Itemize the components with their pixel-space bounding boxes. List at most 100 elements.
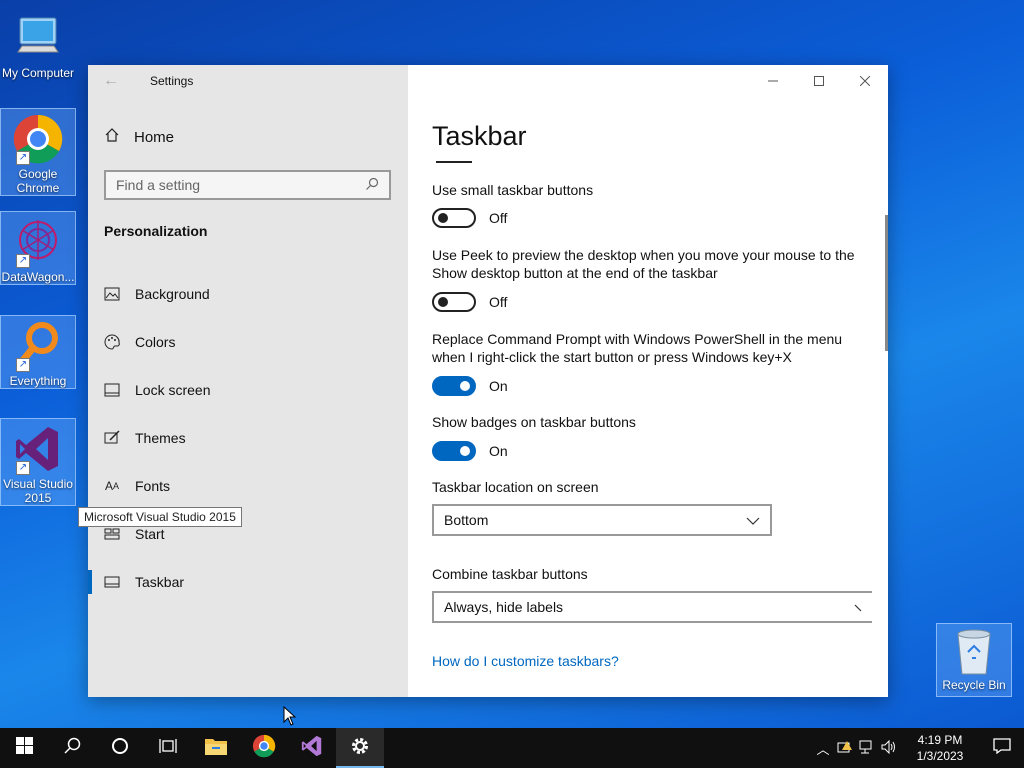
network-warning-icon[interactable]: [834, 740, 856, 757]
toggle-peek[interactable]: Off: [432, 292, 507, 312]
sidebar-item-taskbar[interactable]: Taskbar: [88, 558, 408, 606]
sidebar-item-themes[interactable]: Themes: [88, 414, 408, 462]
sidebar-item-fonts[interactable]: AA Fonts: [88, 462, 408, 510]
title-bar: ← Settings: [88, 65, 408, 97]
dropdown-value: Always, hide labels: [444, 599, 564, 615]
chrome-taskbar-button[interactable]: [240, 728, 288, 768]
desktop-icon-my-computer[interactable]: My Computer: [0, 8, 76, 80]
settings-taskbar-button[interactable]: [336, 728, 384, 768]
toggle-state: On: [489, 378, 508, 394]
font-icon: AA: [104, 479, 120, 493]
toggle-switch[interactable]: [432, 208, 476, 228]
image-icon: [104, 286, 120, 302]
search-input[interactable]: Find a setting: [104, 170, 391, 200]
maximize-button[interactable]: [796, 65, 842, 97]
location-label: Taskbar location on screen: [432, 479, 599, 495]
windows-logo-icon: [15, 737, 33, 759]
start-icon: [104, 526, 120, 542]
page-title: Taskbar: [432, 121, 527, 151]
recycle-bin-icon: [952, 626, 996, 676]
help-link[interactable]: How do I customize taskbars?: [432, 653, 619, 669]
home-nav-item[interactable]: Home: [104, 127, 174, 147]
clock-time: 4:19 PM: [917, 733, 963, 747]
start-button[interactable]: [0, 728, 48, 768]
settings-window: ← Settings Home Find a setting Personali…: [88, 65, 888, 697]
sidebar-item-label: Colors: [135, 334, 176, 350]
lock-screen-icon: [104, 382, 120, 398]
toggle-state: On: [489, 443, 508, 459]
desktop-icon-label: DataWagon...: [1, 270, 75, 284]
search-placeholder: Find a setting: [116, 177, 201, 193]
combine-label: Combine taskbar buttons: [432, 566, 588, 582]
notification-button[interactable]: [980, 737, 1024, 759]
shortcut-arrow-icon: ↗: [16, 151, 30, 165]
toggle-badges[interactable]: On: [432, 441, 508, 461]
section-title: Personalization: [104, 223, 208, 239]
sidebar-item-label: Fonts: [135, 478, 171, 494]
sidebar-item-label: Start: [135, 526, 165, 542]
window-title: Settings: [150, 74, 194, 88]
sidebar-item-label: Themes: [135, 430, 186, 446]
window-controls: [750, 65, 888, 97]
notification-icon: [993, 737, 1011, 759]
chevron-down-icon: [746, 512, 760, 528]
minimize-button[interactable]: [750, 65, 796, 97]
clock[interactable]: 4:19 PM 1/3/2023: [900, 732, 980, 764]
desktop-icon-label: Google Chrome: [16, 167, 60, 195]
cortana-circle-icon: [111, 737, 129, 760]
location-dropdown[interactable]: Bottom: [432, 504, 772, 536]
back-arrow-icon[interactable]: ←: [88, 72, 134, 90]
desktop-icon-recycle-bin[interactable]: Recycle Bin: [936, 623, 1012, 697]
volume-icon[interactable]: [878, 739, 900, 757]
toggle-powershell[interactable]: On: [432, 376, 508, 396]
desktop-icon-visual-studio[interactable]: ↗ Visual Studio 2015: [0, 418, 76, 506]
mouse-cursor-icon: [283, 705, 297, 731]
scrollbar[interactable]: [885, 215, 888, 351]
toggle-small-buttons[interactable]: Off: [432, 208, 507, 228]
option-label-badges: Show badges on taskbar buttons: [432, 414, 636, 430]
toggle-state: Off: [489, 294, 508, 310]
search-icon: [365, 177, 379, 194]
home-icon: [104, 127, 120, 147]
taskbar-icon: [104, 574, 120, 590]
home-label: Home: [134, 128, 175, 146]
option-label-powershell: Replace Command Prompt with Windows Powe…: [432, 331, 843, 365]
toggle-switch[interactable]: [432, 376, 476, 396]
visual-studio-taskbar-button[interactable]: [288, 728, 336, 768]
cortana-button[interactable]: [96, 728, 144, 768]
divider: [436, 161, 472, 163]
visual-studio-icon: ↗: [12, 423, 64, 475]
sidebar-nav: Background Colors Lock screen Themes AA …: [88, 270, 408, 606]
toggle-switch[interactable]: [432, 441, 476, 461]
file-explorer-button[interactable]: [192, 728, 240, 768]
toggle-state: Off: [489, 210, 508, 226]
combine-dropdown[interactable]: Always, hide labels: [432, 591, 872, 623]
search-icon: [63, 737, 81, 759]
shortcut-arrow-icon: ↗: [16, 461, 30, 475]
ethernet-icon[interactable]: [856, 740, 878, 757]
task-view-icon: [159, 738, 177, 759]
palette-icon: [104, 334, 120, 350]
desktop-icon-datawagon[interactable]: ↗ DataWagon...: [0, 211, 76, 285]
sidebar-item-colors[interactable]: Colors: [88, 318, 408, 366]
task-view-button[interactable]: [144, 728, 192, 768]
search-button[interactable]: [48, 728, 96, 768]
sidebar-item-background[interactable]: Background: [88, 270, 408, 318]
option-label-small-buttons: Use small taskbar buttons: [432, 182, 594, 198]
taskbar: ︿ 4:19 PM 1/3/2023: [0, 728, 1024, 768]
brush-icon: [104, 430, 120, 446]
sidebar-item-label: Lock screen: [135, 382, 211, 398]
tooltip: Microsoft Visual Studio 2015: [78, 507, 242, 527]
chevron-up-icon[interactable]: ︿: [812, 739, 834, 758]
shortcut-arrow-icon: ↗: [16, 254, 30, 268]
desktop-icon-label: My Computer: [1, 66, 75, 80]
chevron-down-icon: [854, 599, 862, 615]
dropdown-value: Bottom: [444, 512, 489, 528]
toggle-switch[interactable]: [432, 292, 476, 312]
desktop-icon-everything[interactable]: ↗ Everything: [0, 315, 76, 389]
desktop-icon-label: Recycle Bin: [942, 678, 1006, 692]
everything-search-icon: ↗: [12, 320, 64, 372]
sidebar-item-lock-screen[interactable]: Lock screen: [88, 366, 408, 414]
close-button[interactable]: [842, 65, 888, 97]
desktop-icon-google-chrome[interactable]: ↗ Google Chrome: [0, 108, 76, 196]
